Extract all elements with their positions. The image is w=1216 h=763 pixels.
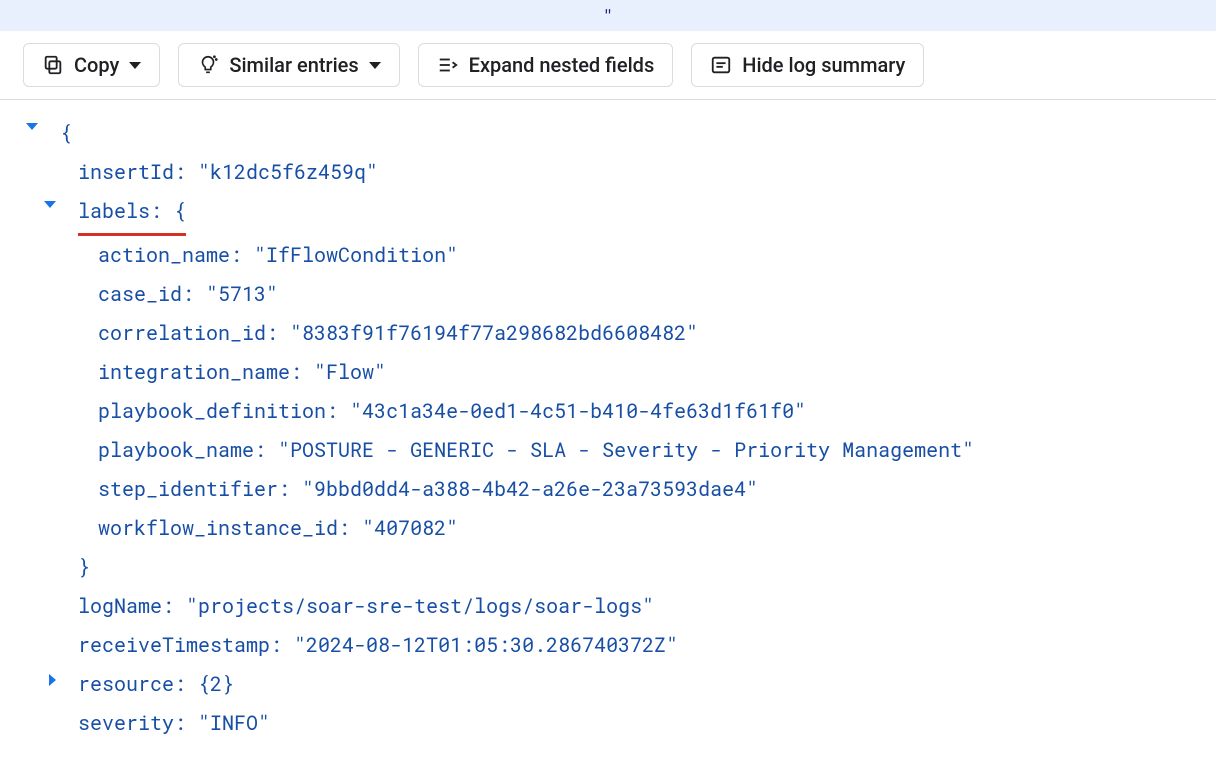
- expand-icon: [437, 54, 459, 76]
- labels-close-row[interactable]: }: [0, 548, 1216, 587]
- workflow-instance-id-value: "407082": [362, 515, 458, 541]
- case-id-row[interactable]: case_id: "5713": [0, 275, 1216, 314]
- severity-value: "INFO": [198, 710, 270, 736]
- case-id-value: "5713": [206, 281, 278, 307]
- case-id-key: case_id: [98, 281, 182, 307]
- highlight-strip: ": [0, 0, 1216, 31]
- integration-name-row[interactable]: integration_name: "Flow": [0, 353, 1216, 392]
- toggle-root-icon[interactable]: [26, 123, 38, 130]
- action-name-row[interactable]: action_name: "IfFlowCondition": [0, 236, 1216, 275]
- insert-id-row[interactable]: insertId: "k12dc5f6z459q": [0, 153, 1216, 192]
- hide-summary-button[interactable]: Hide log summary: [691, 43, 924, 87]
- receive-timestamp-row[interactable]: receiveTimestamp: "2024-08-12T01:05:30.2…: [0, 626, 1216, 665]
- similar-label: Similar entries: [229, 55, 358, 75]
- chevron-down-icon: [369, 62, 381, 69]
- insert-id-value: "k12dc5f6z459q": [198, 159, 378, 185]
- root-open-row[interactable]: {: [0, 114, 1216, 153]
- playbook-definition-row[interactable]: playbook_definition: "43c1a34e-0ed1-4c51…: [0, 392, 1216, 431]
- expand-label: Expand nested fields: [469, 55, 655, 75]
- lightbulb-icon: [197, 54, 219, 76]
- integration-name-key: integration_name: [98, 359, 290, 385]
- copy-button[interactable]: Copy: [23, 43, 160, 87]
- highlight-char: ": [603, 4, 614, 28]
- log-json-viewer: { insertId: "k12dc5f6z459q" labels: { ac…: [0, 100, 1216, 763]
- copy-label: Copy: [74, 55, 119, 75]
- step-identifier-value: "9bbd0dd4-a388-4b42-a26e-23a73593dae4": [302, 476, 758, 502]
- labels-close-brace: }: [78, 554, 90, 580]
- correlation-id-row[interactable]: correlation_id: "8383f91f76194f77a298682…: [0, 314, 1216, 353]
- resource-summary: {2}: [198, 671, 234, 697]
- labels-open-row[interactable]: labels: {: [0, 192, 1216, 236]
- playbook-name-row[interactable]: playbook_name: "POSTURE - GENERIC - SLA …: [0, 431, 1216, 470]
- expand-nested-button[interactable]: Expand nested fields: [418, 43, 674, 87]
- summary-icon: [710, 54, 732, 76]
- open-brace: {: [60, 120, 72, 146]
- workflow-instance-id-key: workflow_instance_id: [98, 515, 338, 541]
- playbook-name-key: playbook_name: [98, 437, 254, 463]
- labels-open-brace: {: [174, 198, 186, 224]
- step-identifier-key: step_identifier: [98, 476, 278, 502]
- playbook-name-value: "POSTURE - GENERIC - SLA - Severity - Pr…: [278, 437, 974, 463]
- integration-name-value: "Flow": [314, 359, 386, 385]
- correlation-id-key: correlation_id: [98, 320, 266, 346]
- log-name-row[interactable]: logName: "projects/soar-sre-test/logs/so…: [0, 587, 1216, 626]
- toggle-labels-icon[interactable]: [44, 201, 56, 208]
- resource-key: resource: [78, 671, 174, 697]
- log-name-key: logName: [78, 593, 162, 619]
- labels-key: labels: [78, 198, 150, 224]
- playbook-definition-key: playbook_definition: [98, 398, 326, 424]
- action-name-value: "IfFlowCondition": [254, 242, 458, 268]
- chevron-down-icon: [129, 62, 141, 69]
- copy-icon: [42, 54, 64, 76]
- resource-row[interactable]: resource: {2}: [0, 665, 1216, 704]
- insert-id-key: insertId: [78, 159, 174, 185]
- similar-entries-button[interactable]: Similar entries: [178, 43, 399, 87]
- receive-timestamp-value: "2024-08-12T01:05:30.286740372Z": [294, 632, 678, 658]
- log-name-value: "projects/soar-sre-test/logs/soar-logs": [186, 593, 654, 619]
- action-name-key: action_name: [98, 242, 230, 268]
- hide-label: Hide log summary: [742, 55, 905, 75]
- step-identifier-row[interactable]: step_identifier: "9bbd0dd4-a388-4b42-a26…: [0, 470, 1216, 509]
- correlation-id-value: "8383f91f76194f77a298682bd6608482": [290, 320, 698, 346]
- severity-key: severity: [78, 710, 174, 736]
- receive-timestamp-key: receiveTimestamp: [78, 632, 270, 658]
- toggle-resource-icon[interactable]: [49, 674, 56, 686]
- workflow-instance-id-row[interactable]: workflow_instance_id: "407082": [0, 509, 1216, 548]
- severity-row[interactable]: severity: "INFO": [0, 704, 1216, 743]
- playbook-definition-value: "43c1a34e-0ed1-4c51-b410-4fe63d1f61f0": [350, 398, 806, 424]
- log-toolbar: Copy Similar entries Expand nested field…: [0, 31, 1216, 100]
